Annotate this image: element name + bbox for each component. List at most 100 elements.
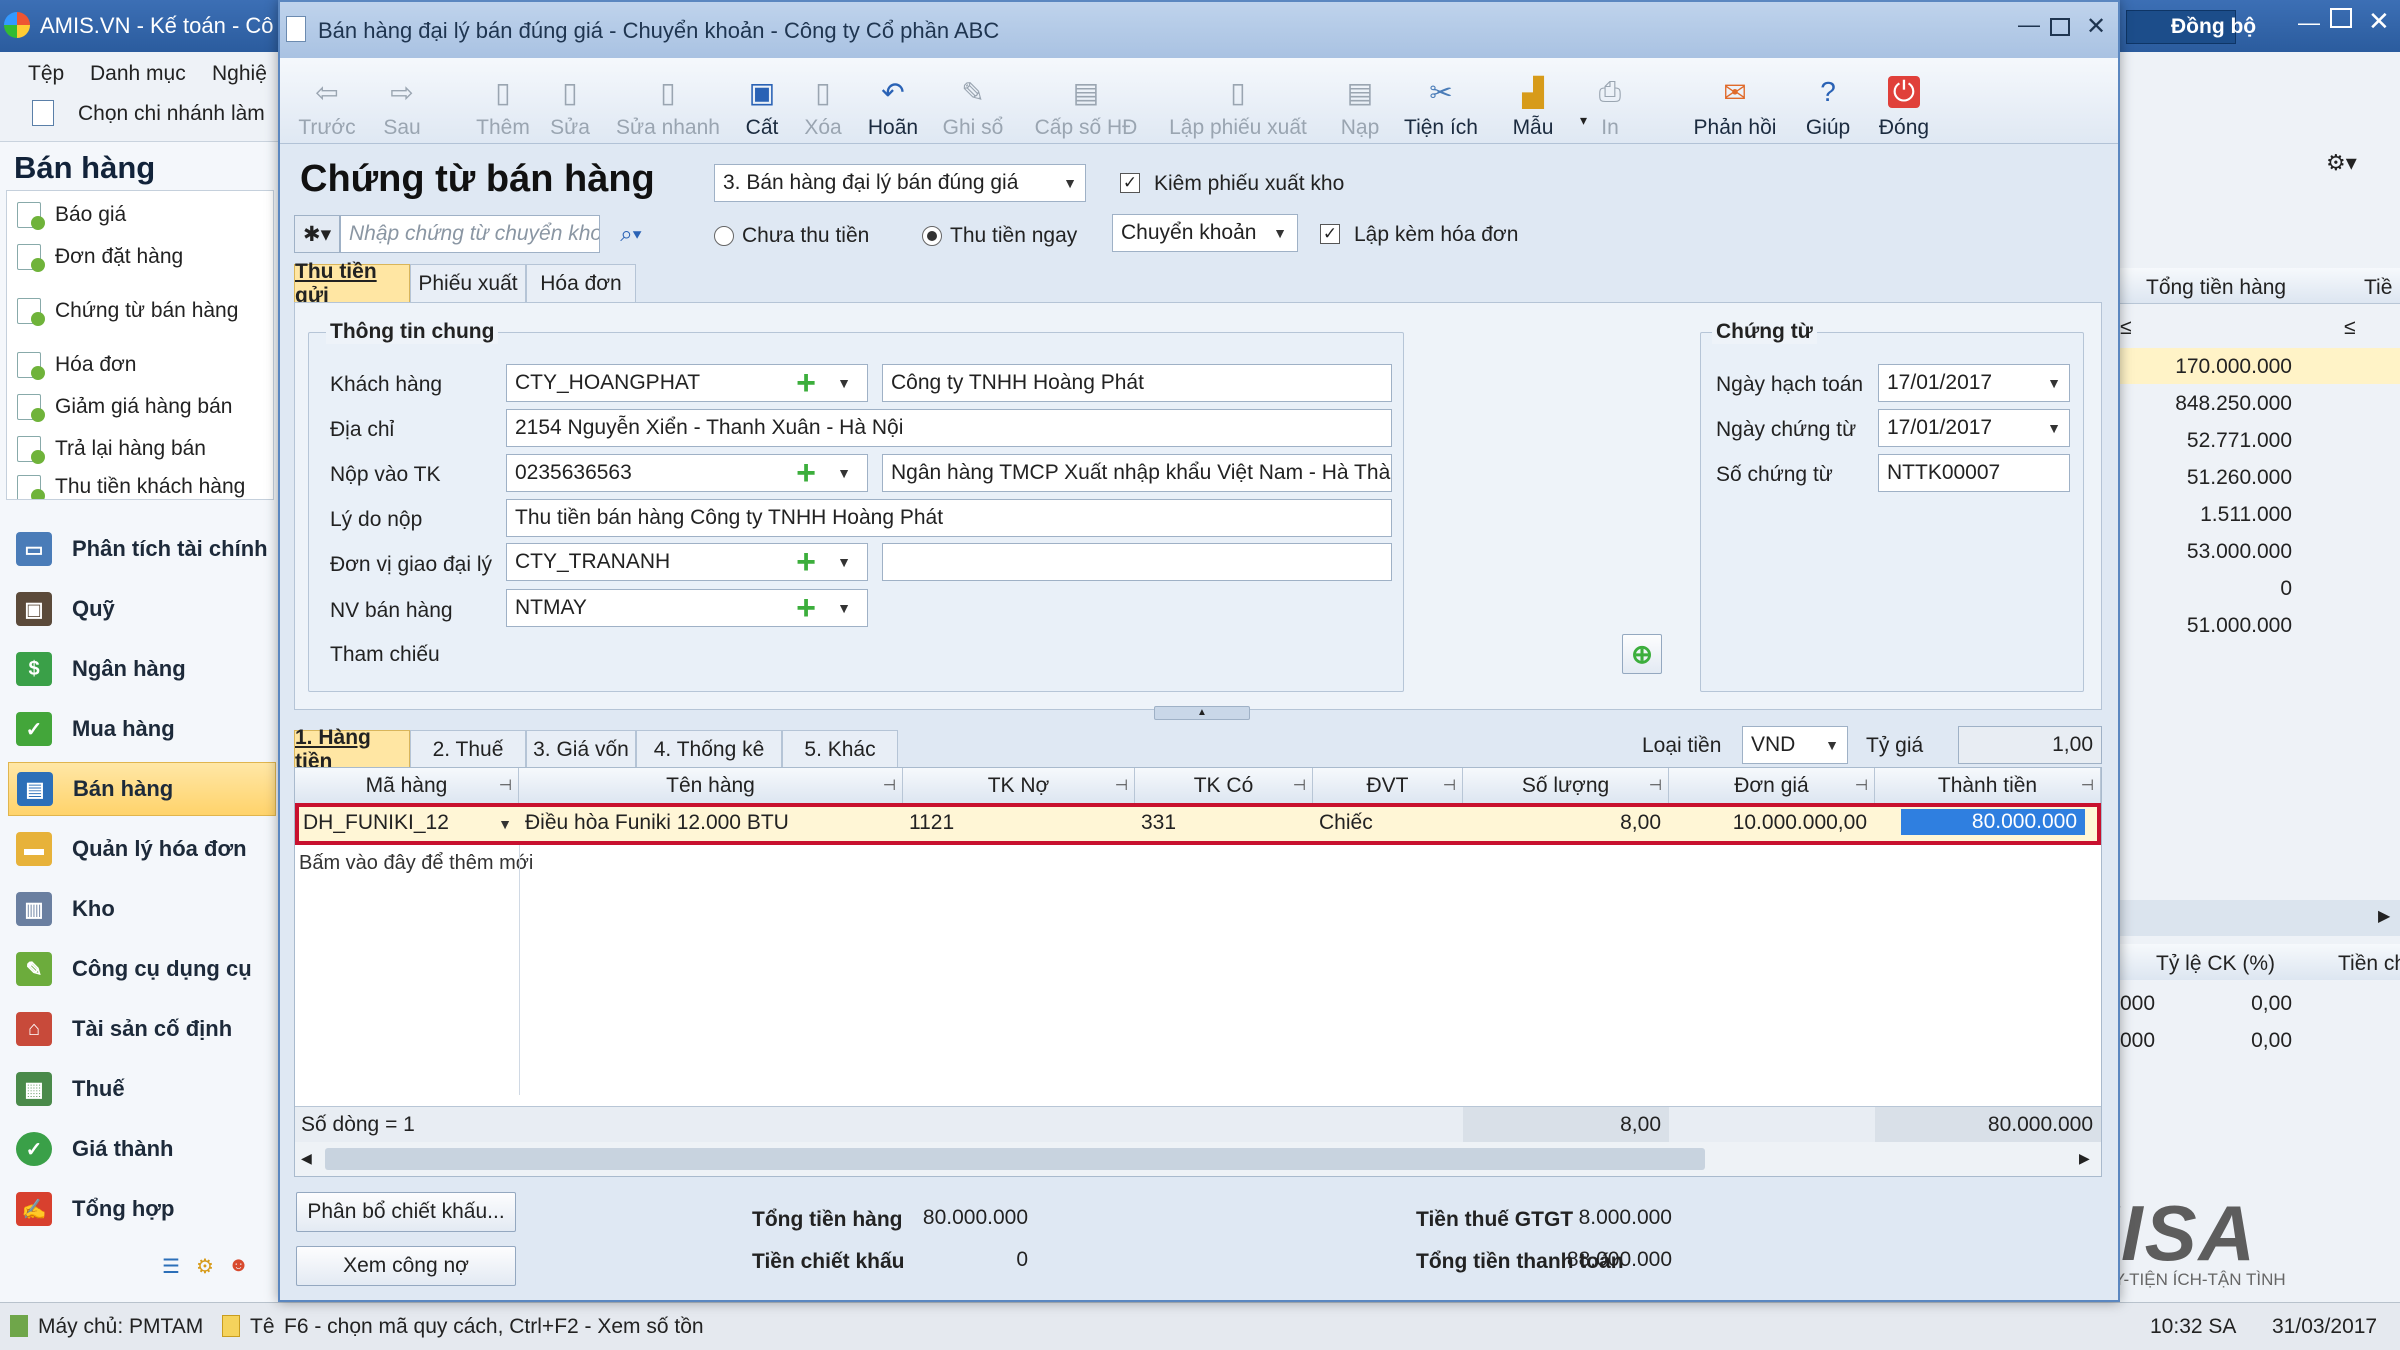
address-input[interactable]: 2154 Nguyễn Xiển - Thanh Xuân - Hà Nội	[506, 409, 1392, 447]
dialog-maximize-button[interactable]	[2050, 18, 2070, 36]
create-export-slip-button[interactable]: ▯ Lập phiếu xuất	[1160, 62, 1316, 140]
chevron-down-icon[interactable]: ▼	[830, 590, 858, 626]
back-button[interactable]: ⇦ Trước	[292, 62, 362, 140]
sidebar-category-invoice-mgmt[interactable]: ▬ Quản lý hóa đơn	[8, 822, 276, 876]
paid-now-radio[interactable]	[922, 226, 942, 246]
allocate-discount-button[interactable]: Phân bổ chiết khấu...	[296, 1192, 516, 1232]
col-header-debit[interactable]: TK Nợ ⊣	[903, 768, 1135, 804]
pin-icon[interactable]: ⊣	[1293, 776, 1306, 794]
sidebar-config-icon[interactable]: ⚙	[196, 1254, 214, 1279]
sidebar-category-warehouse[interactable]: ▥ Kho	[8, 882, 276, 936]
col-header-amount[interactable]: Thành tiền ⊣	[1875, 768, 2101, 804]
dialog-minimize-button[interactable]: —	[2018, 12, 2040, 38]
menu-business[interactable]: Nghiệ	[212, 62, 267, 86]
help-button[interactable]: ? Giúp	[1800, 62, 1856, 140]
tab-cost[interactable]: 3. Giá vốn	[526, 730, 636, 768]
col-header-quantity[interactable]: Số lượng ⊣	[1463, 768, 1669, 804]
main-close-button[interactable]: ✕	[2368, 6, 2390, 37]
tab-export-slip[interactable]: Phiếu xuất	[410, 264, 526, 302]
sidebar-category-cash[interactable]: ▣ Quỹ	[8, 582, 276, 636]
col-header-unit[interactable]: ĐVT ⊣	[1313, 768, 1463, 804]
col-header-item-code[interactable]: Mã hàng ⊣	[295, 768, 519, 804]
invoice-checkbox[interactable]: ✓	[1320, 224, 1340, 244]
search-option-button[interactable]: ✱▾	[294, 215, 340, 253]
exchange-rate-input[interactable]: 1,00	[1958, 726, 2102, 764]
tab-other[interactable]: 5. Khác	[782, 730, 898, 768]
feedback-button[interactable]: ✉ Phản hồi	[1684, 62, 1786, 140]
sidebar-category-bank[interactable]: $ Ngân hàng	[8, 642, 276, 696]
col-header-item-name[interactable]: Tên hàng ⊣	[519, 768, 903, 804]
add-new-row-hint[interactable]: Bấm vào đây để thêm mới	[299, 852, 533, 875]
pin-icon[interactable]: ⊣	[2081, 776, 2094, 794]
add-customer-plus-icon[interactable]: +	[790, 364, 822, 402]
tab-goods-money[interactable]: 1. Hàng tiền	[294, 726, 410, 773]
sidebar-user-icon[interactable]: ☻	[228, 1254, 249, 1277]
print-button[interactable]: ⎙ In	[1580, 62, 1640, 140]
right-filter-1[interactable]: ≤	[2120, 316, 2132, 340]
tab-tax[interactable]: 2. Thuế	[410, 730, 526, 768]
sidebar-category-tools[interactable]: ✎ Công cụ dụng cụ	[8, 942, 276, 996]
save-button[interactable]: ▣ Cất	[736, 62, 788, 140]
add-staff-plus-icon[interactable]: +	[790, 589, 822, 627]
sidebar-category-summary[interactable]: ✍ Tổng hợp	[8, 1182, 276, 1236]
sidebar-options-icon[interactable]: ☰	[162, 1254, 180, 1279]
tab-statistics[interactable]: 4. Thống kê	[636, 730, 782, 768]
voucher-type-select[interactable]: 3. Bán hàng đại lý bán đúng giá	[714, 164, 1086, 202]
right-hscroll[interactable]	[2116, 900, 2400, 936]
panel-splitter-handle[interactable]: ▲	[1154, 706, 1250, 720]
chevron-down-icon[interactable]: ▼	[2040, 365, 2068, 401]
col-header-credit[interactable]: TK Có ⊣	[1135, 768, 1313, 804]
tab-bank-receipt[interactable]: Thu tiền gửi	[294, 260, 410, 307]
template-button[interactable]: ▟ Mẫu	[1504, 62, 1562, 140]
chevron-down-icon[interactable]: ▼	[1266, 215, 1294, 251]
pin-icon[interactable]: ⊣	[1855, 776, 1868, 794]
customer-name-input[interactable]: Công ty TNHH Hoàng Phát	[882, 364, 1392, 402]
transfer-voucher-search-input[interactable]: Nhập chứng từ chuyển kho	[340, 215, 600, 253]
unpaid-radio[interactable]	[714, 226, 734, 246]
menu-file[interactable]: Tệp	[28, 62, 64, 86]
pin-icon[interactable]: ⊣	[883, 776, 896, 794]
sidebar-item-quote[interactable]: Báo giá	[17, 195, 126, 235]
chevron-down-icon[interactable]: ▼	[1056, 165, 1084, 201]
export-slip-checkbox[interactable]: ✓	[1120, 173, 1140, 193]
sidebar-item-collect[interactable]: Thu tiền khách hàng	[17, 475, 245, 499]
sync-button[interactable]: Đồng bộ	[2126, 10, 2256, 44]
sidebar-category-purchase[interactable]: ✓ Mua hàng	[8, 702, 276, 756]
sidebar-item-return[interactable]: Trả lại hàng bán	[17, 429, 206, 469]
add-account-plus-icon[interactable]: +	[790, 454, 822, 492]
sidebar-category-tax[interactable]: ▦ Thuế	[8, 1062, 276, 1116]
main-minimize-button[interactable]: —	[2298, 10, 2320, 36]
scroll-left-icon[interactable]: ◀	[301, 1150, 312, 1167]
issue-invoice-number-button[interactable]: ▤ Cấp số HĐ	[1030, 62, 1142, 140]
horizontal-scrollbar[interactable]: ◀ ▶	[295, 1142, 2101, 1176]
menu-catalog[interactable]: Danh mục	[90, 62, 186, 86]
chevron-down-icon[interactable]: ▼	[1818, 727, 1846, 763]
quick-edit-button[interactable]: ▯ Sửa nhanh	[610, 62, 726, 140]
dialog-close-button[interactable]: ✕	[2086, 12, 2106, 41]
scroll-thumb[interactable]	[325, 1148, 1705, 1170]
sidebar-category-analysis[interactable]: ▭ Phân tích tài chính	[8, 522, 276, 576]
sidebar-category-sales[interactable]: ▤ Bán hàng	[8, 762, 276, 816]
sidebar-category-cost[interactable]: ✓ Giá thành	[8, 1122, 276, 1176]
sidebar-category-fixed-assets[interactable]: ⌂ Tài sản cố định	[8, 1002, 276, 1056]
main-maximize-button[interactable]	[2330, 8, 2352, 28]
close-button[interactable]: ⏻ Đóng	[1872, 62, 1936, 140]
tab-invoice[interactable]: Hóa đơn	[526, 264, 636, 302]
pin-icon[interactable]: ⊣	[499, 776, 512, 794]
add-agent-plus-icon[interactable]: +	[790, 543, 822, 581]
next-button[interactable]: ⇨ Sau	[372, 62, 432, 140]
post-button[interactable]: ✎ Ghi sổ	[936, 62, 1010, 140]
col-header-unit-price[interactable]: Đơn giá ⊣	[1669, 768, 1875, 804]
reason-input[interactable]: Thu tiền bán hàng Công ty TNHH Hoàng Phá…	[506, 499, 1392, 537]
sidebar-item-invoice[interactable]: Hóa đơn	[17, 345, 137, 385]
chevron-down-icon[interactable]: ▼	[830, 544, 858, 580]
sidebar-item-sales-voucher[interactable]: Chứng từ bán hàng	[17, 291, 238, 331]
pin-icon[interactable]: ⊣	[1115, 776, 1128, 794]
chevron-down-icon[interactable]: ▼	[2040, 410, 2068, 446]
right-filter-2[interactable]: ≤	[2344, 316, 2356, 340]
bank-name-input[interactable]: Ngân hàng TMCP Xuất nhập khẩu Việt Nam -…	[882, 454, 1392, 492]
view-debt-button[interactable]: Xem công nợ	[296, 1246, 516, 1286]
delete-button[interactable]: ▯ Xóa	[796, 62, 850, 140]
sidebar-item-discount[interactable]: Giảm giá hàng bán	[17, 387, 232, 427]
load-button[interactable]: ▤ Nạp	[1334, 62, 1386, 140]
